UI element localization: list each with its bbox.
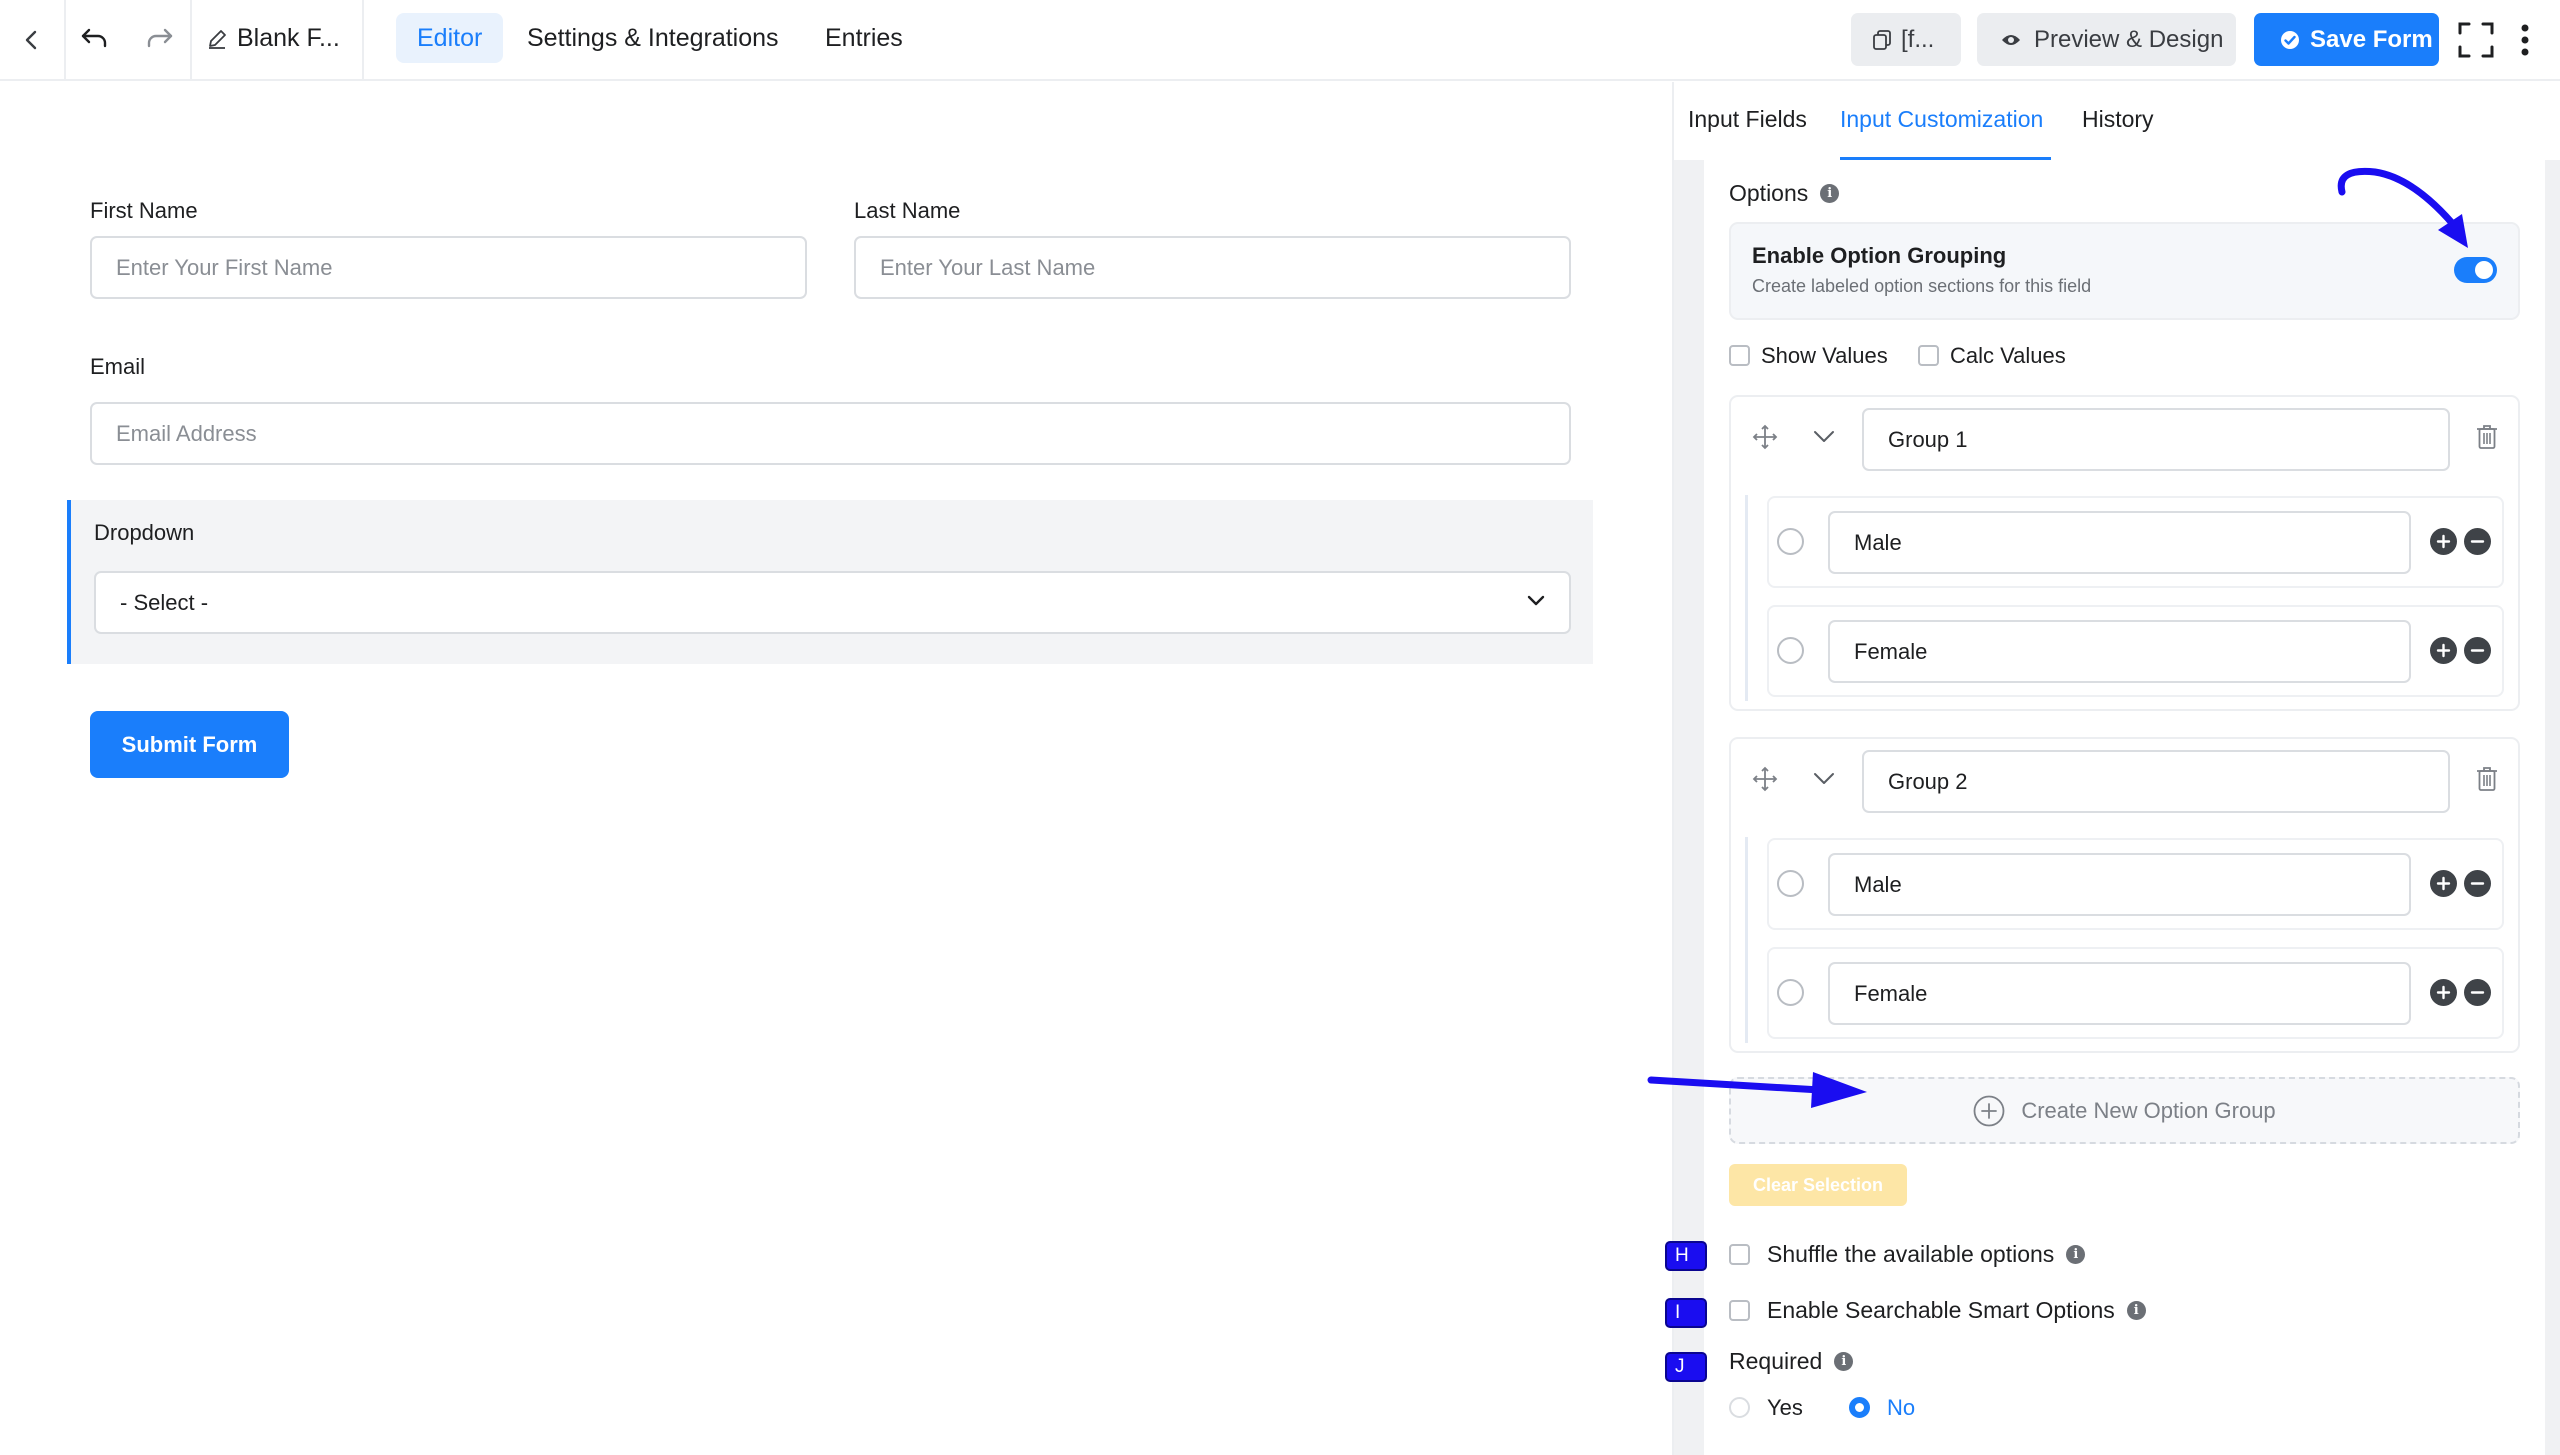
last-name-input[interactable]: Enter Your Last Name — [854, 236, 1571, 299]
last-name-label: Last Name — [854, 198, 961, 223]
show-values-label: Show Values — [1761, 343, 1888, 368]
dropdown-selected-value: - Select - — [120, 590, 209, 615]
annotation-badge: I — [1665, 1298, 1707, 1328]
info-icon: i — [2126, 1301, 2146, 1320]
required-yes-label: Yes — [1767, 1395, 1803, 1420]
chevron-down-icon[interactable] — [1813, 772, 1835, 786]
email-label: Email — [90, 354, 146, 379]
option-label-input[interactable]: Female — [1828, 962, 2411, 1025]
option-grouping-title: Enable Option Grouping — [1752, 243, 2007, 268]
shuffle-options-checkbox[interactable] — [1729, 1244, 1750, 1265]
info-icon: i — [1820, 184, 1840, 203]
undo-icon[interactable] — [76, 20, 112, 56]
shortcode-label: [f... — [1901, 25, 1935, 53]
clear-selection-button[interactable]: Clear Selection — [1729, 1164, 1907, 1206]
annotation-badge: J — [1665, 1352, 1707, 1382]
form-title[interactable]: Blank F... — [237, 24, 340, 53]
searchable-options-checkbox[interactable] — [1729, 1300, 1750, 1321]
chevron-down-icon[interactable] — [1813, 430, 1835, 444]
add-option-icon[interactable] — [2430, 979, 2457, 1006]
show-values-checkbox[interactable] — [1729, 345, 1750, 366]
save-form-button[interactable]: Save Form — [2254, 13, 2439, 66]
email-input[interactable]: Email Address — [90, 402, 1571, 465]
copy-icon — [1873, 29, 1891, 50]
options-section-label: Options i — [1729, 180, 1840, 207]
shuffle-options-label: Shuffle the available options — [1767, 1241, 2055, 1267]
redo-icon[interactable] — [142, 20, 178, 56]
annotation-arrow — [1645, 1060, 1875, 1120]
option-default-radio[interactable] — [1777, 870, 1804, 897]
more-options-icon[interactable] — [2514, 20, 2536, 60]
remove-option-icon[interactable] — [2464, 528, 2491, 555]
dropdown-label: Dropdown — [94, 520, 195, 545]
back-icon[interactable] — [14, 22, 50, 58]
shuffle-options-row: Shuffle the available options i — [1767, 1241, 2086, 1268]
option-label-input[interactable]: Female — [1828, 620, 2411, 683]
tab-history[interactable]: History — [2082, 106, 2154, 133]
remove-option-icon[interactable] — [2464, 637, 2491, 664]
panel-scrollbar[interactable] — [2545, 160, 2560, 1455]
drag-move-icon[interactable] — [1752, 424, 1778, 450]
eye-icon — [2001, 33, 2021, 47]
searchable-options-label: Enable Searchable Smart Options — [1767, 1297, 2115, 1323]
required-yes-radio[interactable] — [1729, 1397, 1750, 1418]
group-rail — [1745, 837, 1748, 1043]
trash-icon[interactable] — [2476, 424, 2498, 450]
remove-option-icon[interactable] — [2464, 870, 2491, 897]
save-form-label: Save Form — [2310, 25, 2433, 53]
preview-design-button[interactable]: Preview & Design — [1977, 13, 2236, 66]
calc-values-checkbox[interactable] — [1918, 345, 1939, 366]
group-rail — [1745, 495, 1748, 701]
tab-settings-integrations[interactable]: Settings & Integrations — [527, 13, 779, 63]
option-label-input[interactable]: Male — [1828, 511, 2411, 574]
group-name-input[interactable]: Group 2 — [1862, 750, 2450, 813]
required-no-radio[interactable] — [1849, 1397, 1870, 1418]
chevron-down-icon — [1527, 595, 1545, 607]
edit-pencil-icon[interactable] — [204, 26, 230, 52]
options-label: Options — [1729, 180, 1809, 206]
option-label-input[interactable]: Male — [1828, 853, 2411, 916]
add-option-icon[interactable] — [2430, 637, 2457, 664]
required-label: Required — [1729, 1348, 1823, 1374]
preview-design-label: Preview & Design — [2034, 25, 2224, 53]
option-default-radio[interactable] — [1777, 979, 1804, 1006]
tab-editor[interactable]: Editor — [396, 13, 504, 63]
add-option-icon[interactable] — [2430, 528, 2457, 555]
option-grouping-subtitle: Create labeled option sections for this … — [1752, 276, 2092, 296]
submit-form-button[interactable]: Submit Form — [90, 711, 289, 778]
check-circle-icon — [2280, 30, 2300, 50]
trash-icon[interactable] — [2476, 766, 2498, 792]
option-default-radio[interactable] — [1777, 637, 1804, 664]
fullscreen-icon[interactable] — [2456, 20, 2496, 60]
active-tab-indicator — [1840, 157, 2051, 160]
dropdown-select[interactable]: - Select - — [94, 571, 1571, 634]
drag-move-icon[interactable] — [1752, 766, 1778, 792]
first-name-label: First Name — [90, 198, 198, 223]
required-section-label: Required i — [1729, 1348, 1854, 1375]
info-icon: i — [1834, 1352, 1854, 1371]
top-toolbar: Blank F... Editor Settings & Integration… — [0, 0, 2560, 81]
tab-input-customization[interactable]: Input Customization — [1840, 106, 2043, 133]
group-name-input[interactable]: Group 1 — [1862, 408, 2450, 471]
tab-input-fields[interactable]: Input Fields — [1688, 106, 1807, 133]
searchable-options-row: Enable Searchable Smart Options i — [1767, 1297, 2146, 1324]
annotation-badge: H — [1665, 1241, 1707, 1271]
calc-values-label: Calc Values — [1950, 343, 2066, 368]
info-icon: i — [2066, 1245, 2086, 1264]
option-grouping-toggle[interactable] — [2454, 257, 2497, 283]
option-default-radio[interactable] — [1777, 528, 1804, 555]
plus-circle-icon — [1973, 1095, 2005, 1127]
tab-entries[interactable]: Entries — [825, 13, 903, 63]
remove-option-icon[interactable] — [2464, 979, 2491, 1006]
shortcode-button[interactable]: [f... — [1851, 13, 1961, 66]
annotation-arrow — [2330, 160, 2480, 260]
create-new-option-group-label: Create New Option Group — [2021, 1097, 2276, 1123]
add-option-icon[interactable] — [2430, 870, 2457, 897]
first-name-input[interactable]: Enter Your First Name — [90, 236, 807, 299]
required-no-label: No — [1887, 1395, 1916, 1420]
